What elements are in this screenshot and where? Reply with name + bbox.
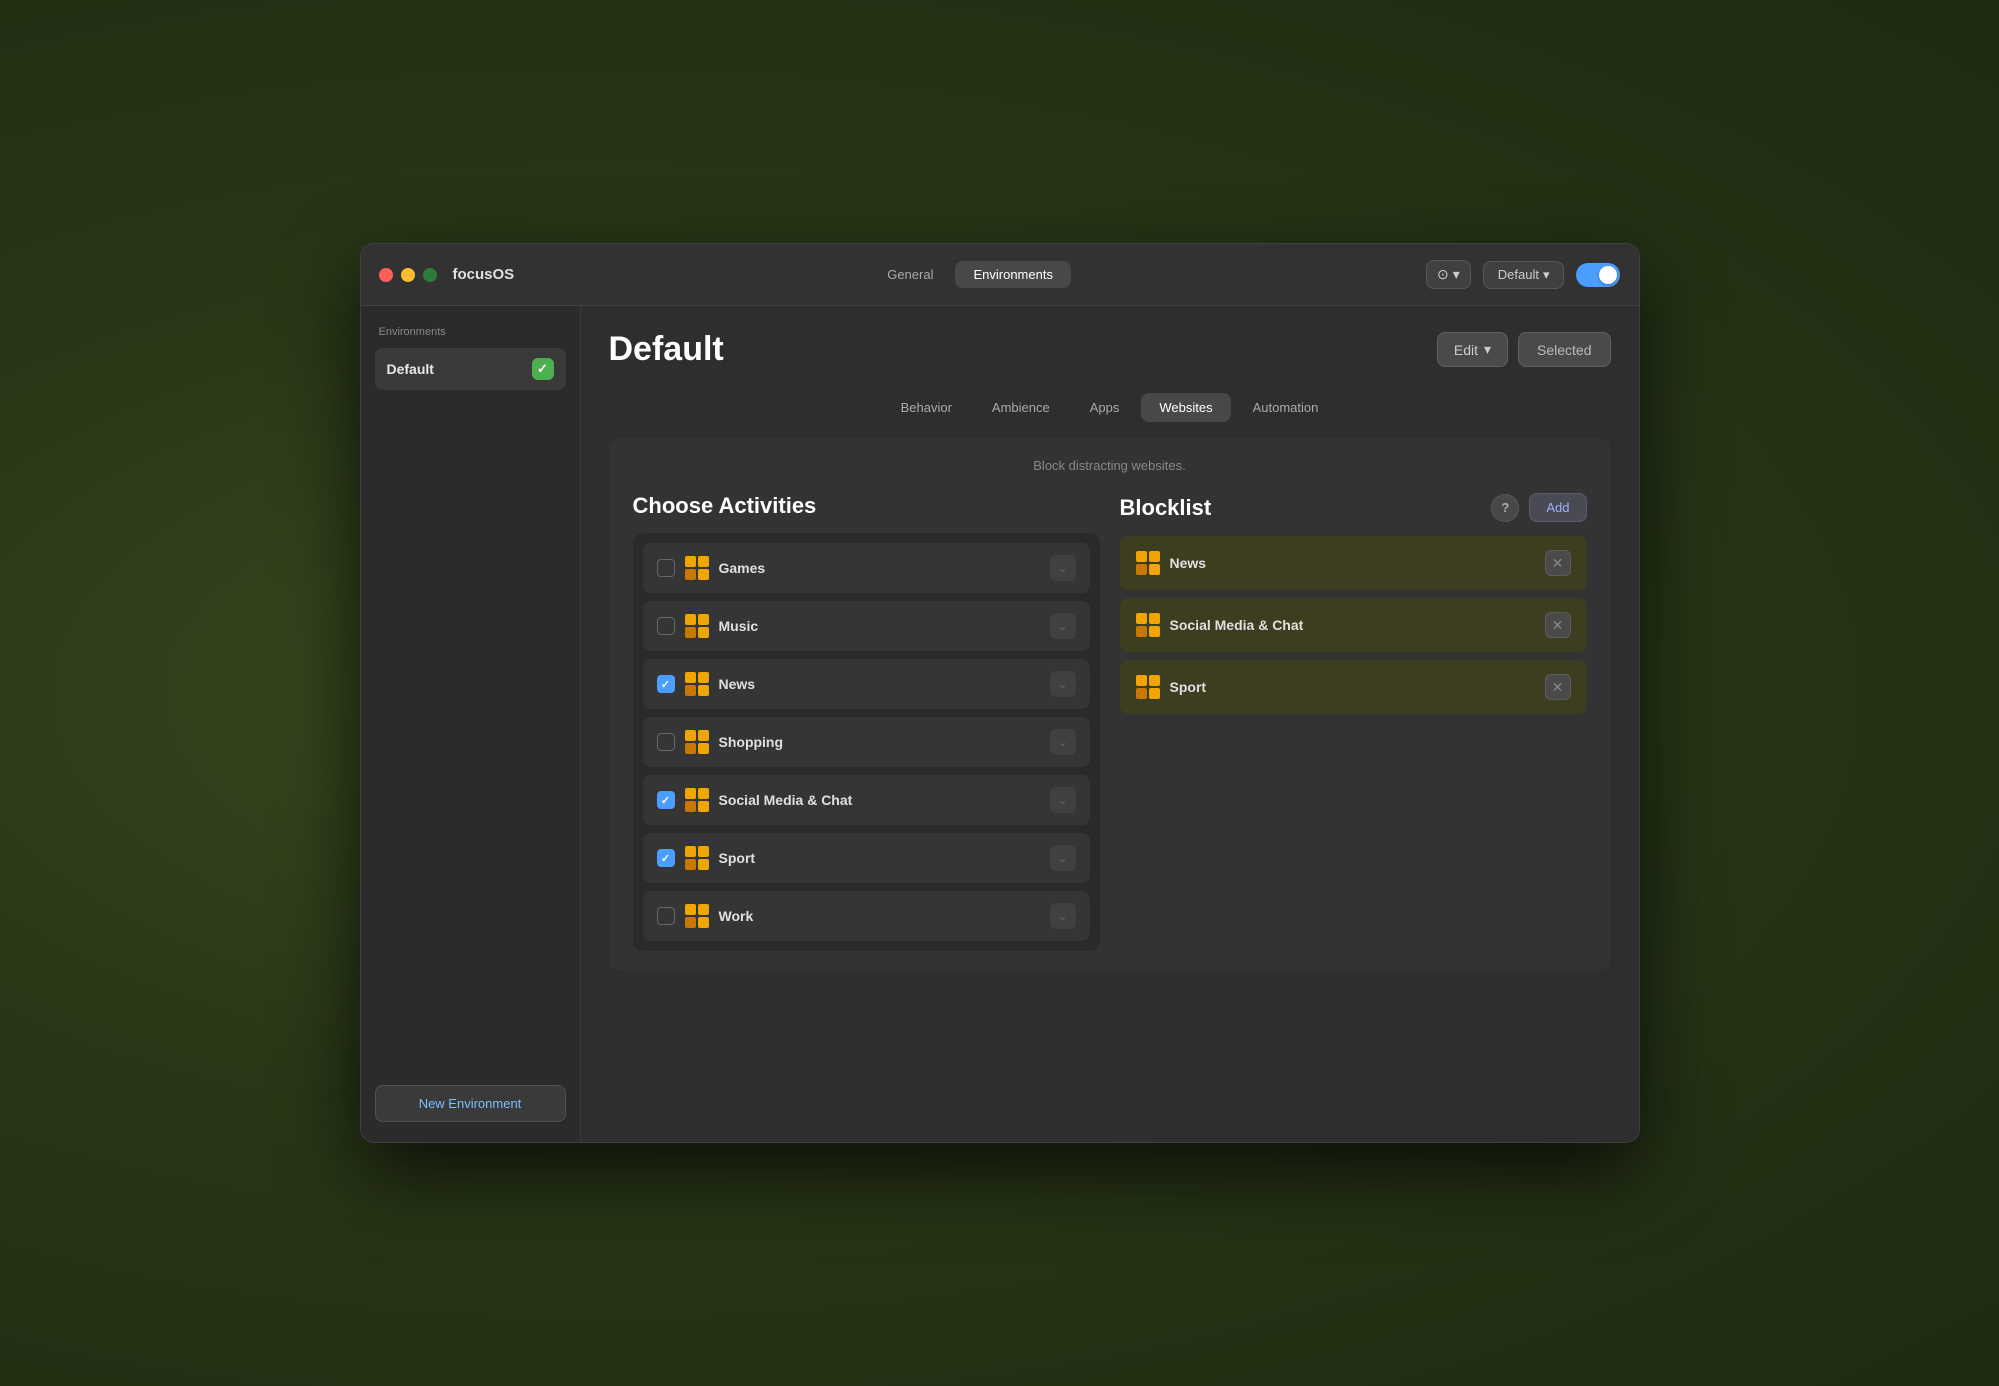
games-icon [685, 556, 709, 580]
traffic-lights [379, 268, 437, 282]
list-item[interactable]: Sport ⌄ [643, 833, 1090, 883]
sidebar-item-label: Default [387, 361, 434, 377]
remove-sport-button[interactable]: ✕ [1545, 674, 1571, 700]
tab-websites[interactable]: Websites [1141, 393, 1230, 422]
blocklist-sport-icon [1136, 675, 1160, 699]
tab-general[interactable]: General [869, 261, 951, 288]
list-item[interactable]: News ⌄ [643, 659, 1090, 709]
blocklist-items: News ✕ Social Media & Chat ✕ [1120, 536, 1587, 714]
right-panel: Default Edit ▾ Selected Behavior Ambienc… [581, 306, 1639, 1142]
games-checkbox[interactable] [657, 559, 675, 577]
social-media-icon [685, 788, 709, 812]
list-item: Social Media & Chat ✕ [1120, 598, 1587, 652]
activity-label: News [719, 676, 1040, 692]
profile-button[interactable]: Default ▾ [1483, 261, 1565, 289]
list-item[interactable]: Shopping ⌄ [643, 717, 1090, 767]
social-media-checkbox[interactable] [657, 791, 675, 809]
list-item[interactable]: Work ⌄ [643, 891, 1090, 941]
title-bar-right: ⊙ ▾ Default ▾ [1426, 260, 1621, 289]
header-actions: Edit ▾ Selected [1437, 332, 1611, 367]
expand-icon[interactable]: ⌄ [1050, 613, 1076, 639]
blocklist-news-icon [1136, 551, 1160, 575]
expand-icon[interactable]: ⌄ [1050, 671, 1076, 697]
activity-label: Social Media & Chat [719, 792, 1040, 808]
main-toggle[interactable] [1576, 263, 1620, 287]
minimize-button[interactable] [401, 268, 415, 282]
activity-label: Music [719, 618, 1040, 634]
add-button[interactable]: Add [1529, 493, 1586, 522]
news-icon [685, 672, 709, 696]
selected-button[interactable]: Selected [1518, 332, 1610, 367]
news-checkbox[interactable] [657, 675, 675, 693]
profile-chevron-icon: ▾ [1543, 267, 1550, 283]
panel-header: Default Edit ▾ Selected [609, 330, 1611, 369]
sidebar-item-default[interactable]: Default [375, 348, 566, 390]
title-bar-tabs: General Environments [869, 261, 1071, 288]
remove-news-button[interactable]: ✕ [1545, 550, 1571, 576]
edit-chevron-icon: ▾ [1484, 341, 1491, 358]
music-checkbox[interactable] [657, 617, 675, 635]
shopping-icon [685, 730, 709, 754]
activities-title: Choose Activities [633, 493, 1100, 519]
app-window: focusOS General Environments ⊙ ▾ Default… [360, 243, 1640, 1143]
blocklist-social-icon [1136, 613, 1160, 637]
close-button[interactable] [379, 268, 393, 282]
chevron-down-icon: ▾ [1453, 266, 1460, 283]
edit-button[interactable]: Edit ▾ [1437, 332, 1508, 367]
sidebar-check-icon [532, 358, 554, 380]
blocklist-item-label: News [1170, 555, 1535, 571]
blocklist-item-label: Social Media & Chat [1170, 617, 1535, 633]
expand-icon[interactable]: ⌄ [1050, 729, 1076, 755]
more-icon: ⊙ [1437, 266, 1449, 283]
blocklist-title: Blocklist [1120, 495, 1212, 521]
tabs-bar: Behavior Ambience Apps Websites Automati… [609, 393, 1611, 422]
sidebar: Environments Default New Environment [361, 306, 581, 1142]
work-checkbox[interactable] [657, 907, 675, 925]
tab-apps[interactable]: Apps [1072, 393, 1138, 422]
activity-label: Work [719, 908, 1040, 924]
profile-label: Default [1498, 267, 1539, 282]
list-item: News ✕ [1120, 536, 1587, 590]
sidebar-footer: New Environment [375, 1085, 566, 1122]
expand-icon[interactable]: ⌄ [1050, 555, 1076, 581]
list-item: Sport ✕ [1120, 660, 1587, 714]
remove-social-button[interactable]: ✕ [1545, 612, 1571, 638]
activity-label: Shopping [719, 734, 1040, 750]
music-icon [685, 614, 709, 638]
activity-label: Sport [719, 850, 1040, 866]
activity-label: Games [719, 560, 1040, 576]
sidebar-label: Environments [375, 326, 566, 338]
block-subtitle: Block distracting websites. [633, 458, 1587, 473]
sport-icon [685, 846, 709, 870]
main-content: Environments Default New Environment Def… [361, 306, 1639, 1142]
help-button[interactable]: ? [1491, 494, 1519, 522]
tab-automation[interactable]: Automation [1235, 393, 1337, 422]
page-title: Default [609, 330, 724, 369]
new-environment-button[interactable]: New Environment [375, 1085, 566, 1122]
tab-ambience[interactable]: Ambience [974, 393, 1068, 422]
list-item[interactable]: Games ⌄ [643, 543, 1090, 593]
list-item[interactable]: Social Media & Chat ⌄ [643, 775, 1090, 825]
blocklist-header: Blocklist ? Add [1120, 493, 1587, 522]
maximize-button[interactable] [423, 268, 437, 282]
expand-icon[interactable]: ⌄ [1050, 845, 1076, 871]
tab-environments[interactable]: Environments [955, 261, 1070, 288]
two-col-layout: Choose Activities Games ⌄ [633, 493, 1587, 951]
work-icon [685, 904, 709, 928]
more-button[interactable]: ⊙ ▾ [1426, 260, 1471, 289]
sport-checkbox[interactable] [657, 849, 675, 867]
blocklist-column: Blocklist ? Add News [1120, 493, 1587, 951]
edit-label: Edit [1454, 342, 1478, 358]
list-item[interactable]: Music ⌄ [643, 601, 1090, 651]
blocklist-item-label: Sport [1170, 679, 1535, 695]
activity-list: Games ⌄ Music ⌄ [633, 533, 1100, 951]
tab-behavior[interactable]: Behavior [883, 393, 970, 422]
title-bar: focusOS General Environments ⊙ ▾ Default… [361, 244, 1639, 306]
activities-column: Choose Activities Games ⌄ [633, 493, 1100, 951]
inner-panel: Block distracting websites. Choose Activ… [609, 438, 1611, 971]
app-title: focusOS [453, 266, 515, 283]
expand-icon[interactable]: ⌄ [1050, 787, 1076, 813]
expand-icon[interactable]: ⌄ [1050, 903, 1076, 929]
shopping-checkbox[interactable] [657, 733, 675, 751]
